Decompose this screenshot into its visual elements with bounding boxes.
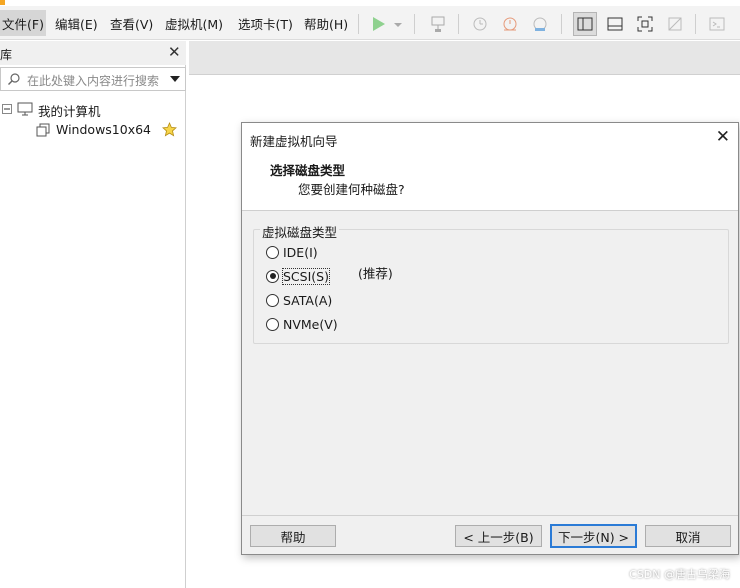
network-icon <box>431 16 445 32</box>
favorite-star-icon[interactable] <box>162 122 177 137</box>
vm-icon <box>36 123 50 137</box>
radio-button[interactable] <box>266 317 279 331</box>
radio-label: SATA(A) <box>283 292 333 308</box>
toolbar-separator <box>561 14 562 34</box>
menu-vm[interactable]: 虚拟机(M) <box>165 14 223 33</box>
search-placeholder: 在此处键入内容进行搜索 <box>27 74 160 88</box>
fullscreen-icon <box>637 16 653 32</box>
snapshot-manager-button[interactable] <box>530 14 550 34</box>
toolbar-separator <box>695 14 696 34</box>
play-icon <box>373 17 385 31</box>
radio-label: NVMe(V) <box>283 316 338 332</box>
toolbar-separator <box>414 14 415 34</box>
menu-view[interactable]: 查看(V) <box>110 14 153 33</box>
collapse-icon[interactable] <box>2 104 12 114</box>
bottom-panel-icon <box>607 17 623 31</box>
group-label: 虚拟磁盘类型 <box>260 222 340 241</box>
menu-edit[interactable]: 编辑(E) <box>55 14 98 33</box>
fullscreen-button[interactable] <box>635 14 655 34</box>
snapshot-button[interactable] <box>470 14 490 34</box>
revert-clock-icon <box>503 17 517 31</box>
show-library-button[interactable] <box>573 12 597 36</box>
radio-option-nvme[interactable]: NVMe(V) <box>266 315 338 333</box>
toolbar-separator <box>358 14 359 34</box>
terminal-icon <box>709 17 725 31</box>
chevron-down-icon <box>394 23 402 27</box>
dialog-subheading: 您要创建何种磁盘? <box>298 182 405 197</box>
dialog-title: 新建虚拟机向导 <box>250 134 338 149</box>
close-icon[interactable]: ✕ <box>168 43 181 61</box>
disk-type-group: 虚拟磁盘类型 IDE(I) SCSI(S) (推荐) SATA(A) NVMe(… <box>253 222 729 344</box>
sidebar-layout-icon <box>577 17 593 31</box>
library-header: 库 ✕ <box>0 41 186 65</box>
watermark-text: CSDN @唐古乌梁海 <box>629 568 730 581</box>
search-icon <box>8 73 20 85</box>
recommended-label: (推荐) <box>358 266 393 281</box>
dialog-header: 选择磁盘类型 您要创建何种磁盘? <box>242 153 738 211</box>
unity-mode-button[interactable] <box>665 14 685 34</box>
menu-file[interactable]: 文件(F) <box>2 14 44 33</box>
app-logo-fragment <box>0 0 5 5</box>
radio-option-scsi[interactable]: SCSI(S) <box>266 267 330 285</box>
dialog-footer: 帮助 < 上一步(B) 下一步(N) > 取消 <box>242 515 738 554</box>
power-on-button[interactable] <box>368 14 388 34</box>
help-button[interactable]: 帮助 <box>250 525 336 547</box>
radio-option-ide[interactable]: IDE(I) <box>266 243 318 261</box>
close-icon[interactable]: ✕ <box>716 127 730 147</box>
dialog-titlebar: 新建虚拟机向导 ✕ <box>242 123 738 153</box>
toolbar-separator <box>458 14 459 34</box>
library-title: 库 <box>0 48 13 62</box>
menu-bar: 文件(F) 编辑(E) 查看(V) 虚拟机(M) 选项卡(T) 帮助(H) <box>0 6 740 40</box>
workspace-tab-strip <box>189 41 740 75</box>
radio-button[interactable] <box>266 245 279 259</box>
cancel-button[interactable]: 取消 <box>645 525 731 547</box>
next-button[interactable]: 下一步(N) > <box>550 524 637 548</box>
back-button[interactable]: < 上一步(B) <box>455 525 542 547</box>
computer-icon <box>17 102 33 116</box>
radio-button-selected[interactable] <box>266 269 279 283</box>
chevron-down-icon[interactable] <box>170 76 180 82</box>
tree-label-my-computer: 我的计算机 <box>38 104 101 119</box>
power-dropdown-button[interactable] <box>393 14 403 34</box>
unity-icon <box>668 17 682 31</box>
thumbnail-bar-button[interactable] <box>605 14 625 34</box>
radio-option-sata[interactable]: SATA(A) <box>266 291 332 309</box>
tree-label-vm: Windows10x64 <box>56 122 152 137</box>
radio-label: IDE(I) <box>283 244 318 260</box>
library-search-input[interactable]: 在此处键入内容进行搜索 <box>0 67 186 91</box>
send-ctrl-alt-del-button[interactable] <box>428 14 448 34</box>
revert-snapshot-button[interactable] <box>500 14 520 34</box>
console-view-button[interactable] <box>707 14 727 34</box>
library-panel: 库 ✕ 在此处键入内容进行搜索 我的计算机 Windows10x64 <box>0 41 186 588</box>
manage-clock-icon <box>533 17 547 31</box>
dialog-heading: 选择磁盘类型 <box>270 163 346 178</box>
radio-button[interactable] <box>266 293 279 307</box>
menu-tabs[interactable]: 选项卡(T) <box>238 14 293 33</box>
clock-icon <box>473 17 487 31</box>
radio-label: SCSI(S) <box>282 267 330 285</box>
new-vm-wizard-dialog: 新建虚拟机向导 ✕ 选择磁盘类型 您要创建何种磁盘? 虚拟磁盘类型 IDE(I)… <box>241 122 739 555</box>
menu-help[interactable]: 帮助(H) <box>304 14 348 33</box>
